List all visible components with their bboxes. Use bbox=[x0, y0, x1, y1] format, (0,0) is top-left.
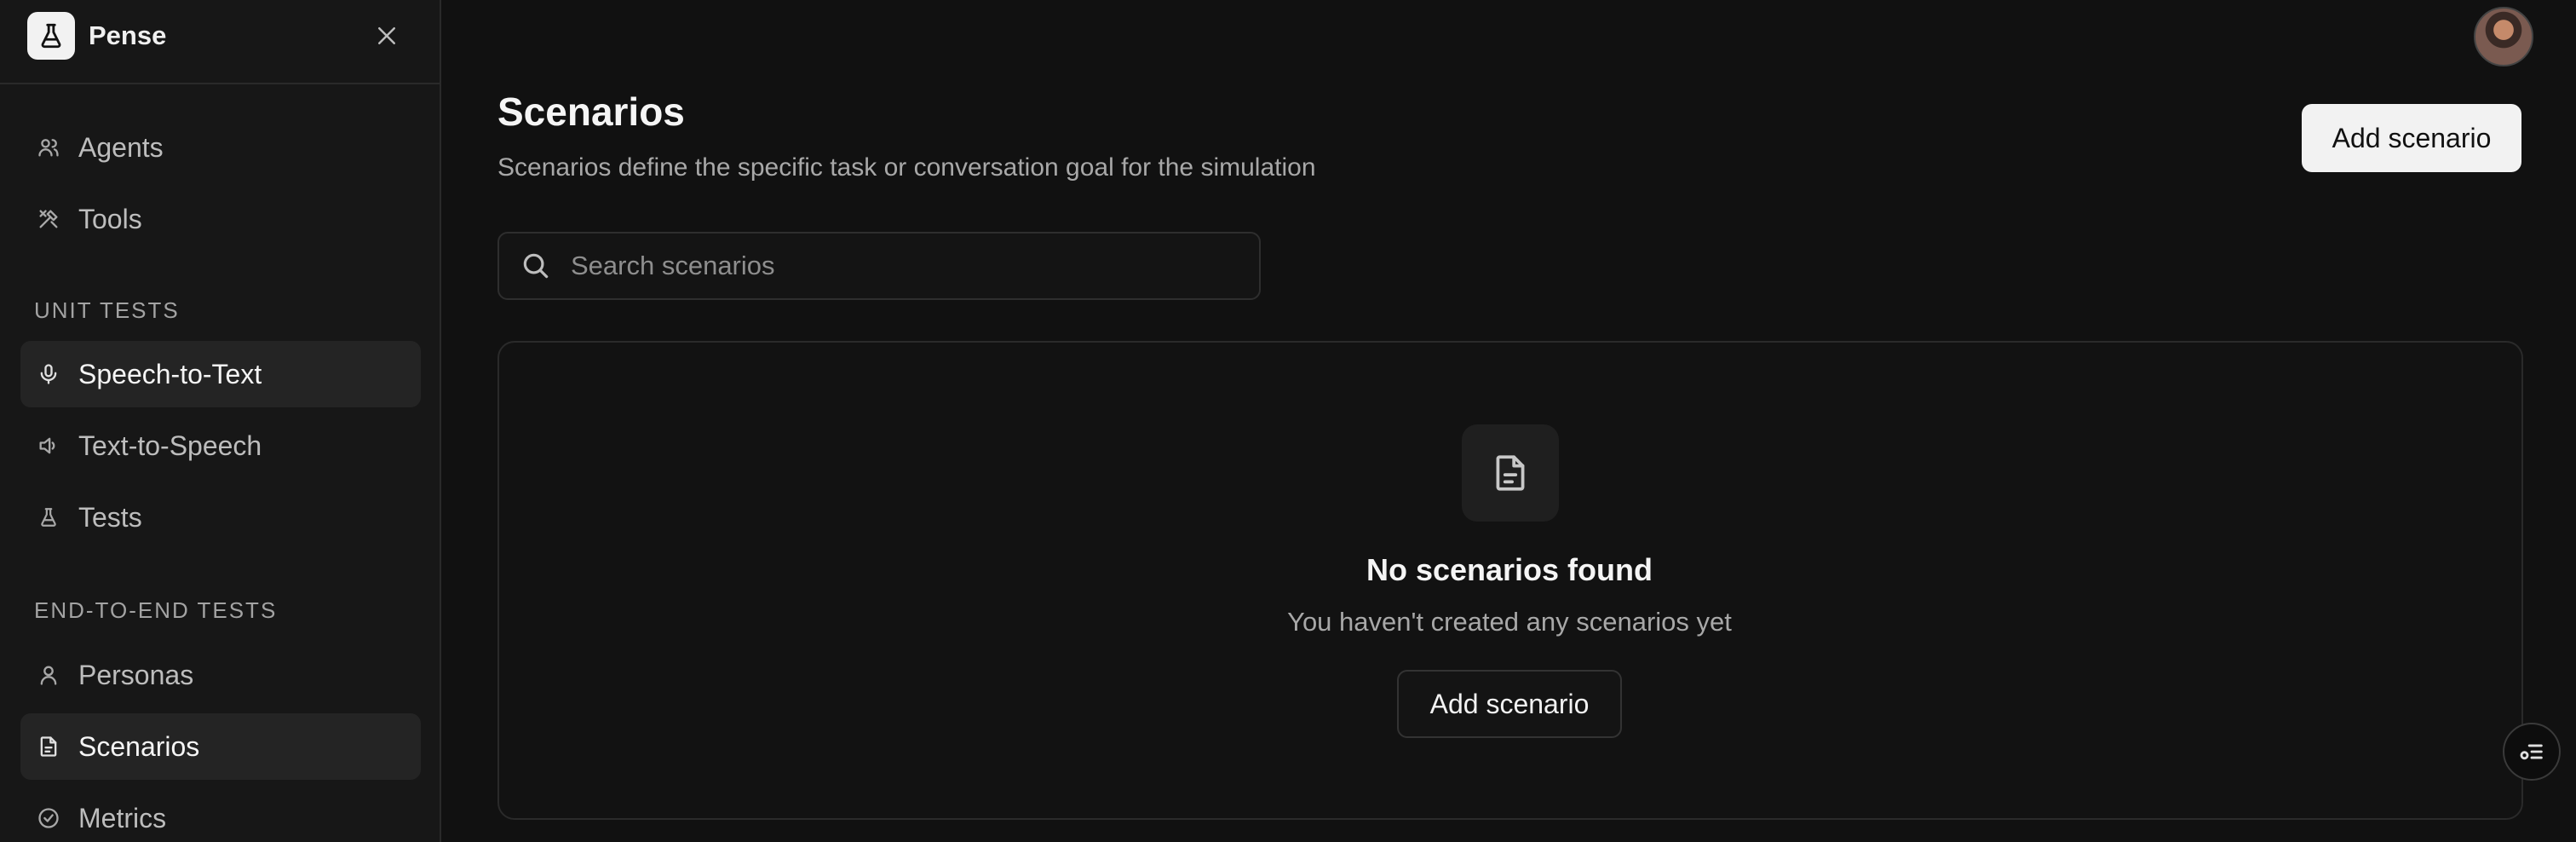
document-icon bbox=[1496, 455, 1525, 491]
app-name: Pense bbox=[89, 20, 167, 50]
add-scenario-button[interactable]: Add scenario bbox=[2302, 104, 2521, 172]
empty-state-subtitle: You haven't created any scenarios yet bbox=[1287, 607, 1732, 637]
sidebar: Pense Agents Tools UNIT TESTS Speech-to-… bbox=[0, 0, 441, 842]
microphone-icon bbox=[36, 361, 61, 387]
sidebar-item-label: Tests bbox=[78, 501, 142, 533]
sidebar-item-label: Tools bbox=[78, 203, 142, 234]
empty-state-add-scenario-button[interactable]: Add scenario bbox=[1397, 670, 1622, 738]
sidebar-item-text-to-speech[interactable]: Text-to-Speech bbox=[20, 412, 421, 479]
sidebar-item-label: Text-to-Speech bbox=[78, 430, 262, 461]
user-avatar[interactable] bbox=[2474, 7, 2533, 66]
sidebar-item-agents[interactable]: Agents bbox=[20, 114, 421, 181]
sidebar-item-label: Scenarios bbox=[78, 730, 200, 762]
list-settings-icon bbox=[2520, 744, 2543, 760]
users-icon bbox=[36, 135, 61, 160]
sidebar-item-speech-to-text[interactable]: Speech-to-Text bbox=[20, 341, 421, 407]
document-icon bbox=[36, 734, 61, 759]
sidebar-item-label: Metrics bbox=[78, 802, 167, 833]
app-logo[interactable] bbox=[27, 12, 75, 60]
close-icon bbox=[378, 27, 395, 44]
flask-icon bbox=[36, 505, 61, 530]
sidebar-item-personas[interactable]: Personas bbox=[20, 642, 421, 708]
sidebar-item-label: Agents bbox=[78, 131, 164, 163]
search-input[interactable] bbox=[571, 251, 1235, 281]
empty-state-icon-box bbox=[1462, 424, 1559, 522]
check-circle-icon bbox=[36, 805, 61, 831]
tools-icon bbox=[36, 206, 61, 232]
flask-logo-icon bbox=[41, 23, 61, 49]
search-box[interactable] bbox=[497, 232, 1261, 300]
sidebar-item-tools[interactable]: Tools bbox=[20, 186, 421, 252]
user-icon bbox=[36, 662, 61, 688]
empty-state-title: No scenarios found bbox=[1366, 552, 1653, 587]
page-title: Scenarios bbox=[497, 89, 685, 134]
floating-action-button[interactable] bbox=[2503, 723, 2561, 781]
page-subtitle: Scenarios define the specific task or co… bbox=[497, 153, 1316, 182]
close-sidebar-button[interactable] bbox=[368, 17, 405, 55]
sidebar-item-scenarios[interactable]: Scenarios bbox=[20, 713, 421, 780]
sidebar-item-label: Speech-to-Text bbox=[78, 358, 262, 389]
sidebar-header: Pense bbox=[0, 0, 440, 84]
sidebar-item-tests[interactable]: Tests bbox=[20, 484, 421, 551]
search-icon bbox=[520, 249, 554, 283]
sidebar-item-metrics[interactable]: Metrics bbox=[20, 785, 421, 842]
speaker-icon bbox=[36, 433, 61, 458]
section-label-unit-tests: UNIT TESTS bbox=[34, 297, 180, 323]
sidebar-item-label: Personas bbox=[78, 659, 194, 690]
